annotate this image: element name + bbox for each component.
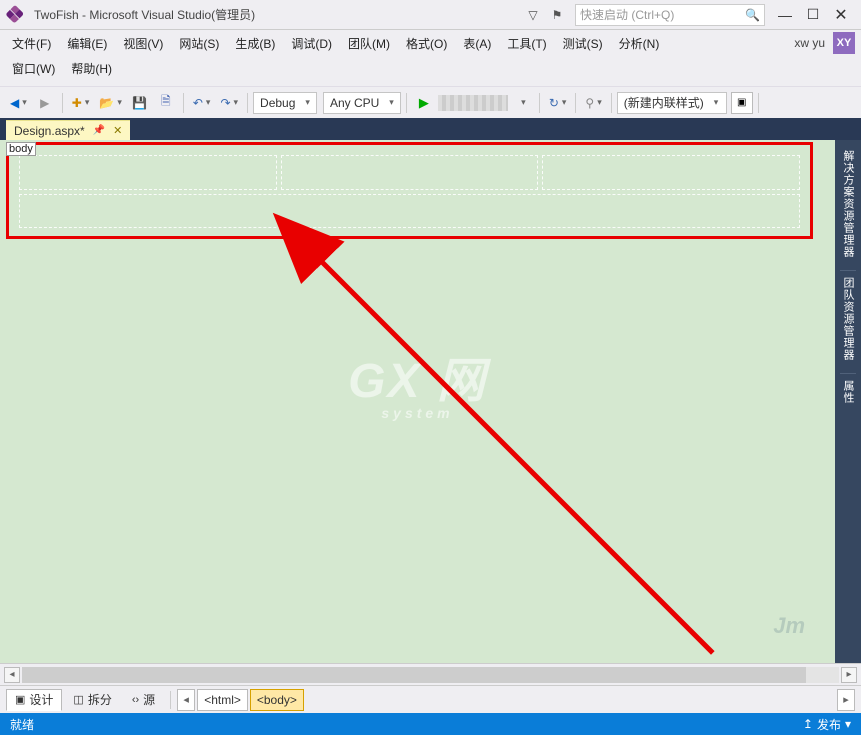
table-cell[interactable] [542, 155, 800, 190]
nav-back-button[interactable]: ◀ [6, 91, 31, 115]
css-rule-combo[interactable]: (新建内联样式) [617, 92, 727, 114]
publish-icon[interactable]: ↥ [803, 717, 813, 731]
solution-platform-combo[interactable]: Any CPU [323, 92, 401, 114]
design-surface[interactable]: body GX 网 system Jm [0, 140, 835, 663]
menu-window[interactable]: 窗口(W) [6, 58, 61, 79]
menu-build[interactable]: 生成(B) [229, 33, 281, 54]
main-area: body GX 网 system Jm 解决方案资源管理器 团队资源管理器 属性 [0, 140, 861, 663]
view-tab-design[interactable]: ▣ 设计 [6, 689, 62, 711]
document-tab-label: Design.aspx* [14, 124, 85, 138]
menu-test[interactable]: 测试(S) [557, 33, 609, 54]
save-all-button[interactable]: 🗎 [154, 91, 178, 115]
element-tag-label[interactable]: body [6, 142, 36, 156]
view-mode-bar: ▣ 设计 ◫ 拆分 ‹› 源 ◂ <html> <body> ▸ [0, 685, 861, 713]
browser-link-button[interactable]: ↻ [545, 91, 571, 115]
corner-watermark: Jm [773, 613, 805, 639]
close-tab-icon[interactable]: ✕ [113, 124, 122, 137]
scroll-right-button[interactable]: ▸ [841, 667, 857, 683]
status-ready: 就绪 [10, 716, 34, 733]
search-icon: 🔍 [745, 8, 760, 22]
standard-toolbar: ◀ ▶ ✚ 📂 💾 🗎 ↶ ↷ Debug Any CPU ▶ ↻ ⚲ (新建内… [0, 86, 861, 118]
annotation-highlight-box [6, 142, 813, 239]
split-view-icon: ◫ [73, 693, 83, 706]
menu-view[interactable]: 视图(V) [117, 33, 169, 54]
publish-dropdown-icon[interactable]: ▾ [845, 717, 851, 731]
view-tab-source[interactable]: ‹› 源 [123, 689, 164, 711]
panel-properties[interactable]: 属性 [840, 373, 856, 408]
menu-bar: 文件(F) 编辑(E) 视图(V) 网站(S) 生成(B) 调试(D) 团队(M… [0, 30, 861, 56]
tag-path-html[interactable]: <html> [197, 689, 248, 711]
menu-tools[interactable]: 工具(T) [501, 33, 552, 54]
close-button[interactable]: ✕ [827, 4, 855, 26]
status-publish[interactable]: 发布 [817, 716, 841, 733]
menu-help[interactable]: 帮助(H) [65, 58, 118, 79]
menu-bar-overflow: 窗口(W) 帮助(H) [0, 56, 861, 80]
vs-logo-icon [5, 4, 25, 24]
table-cell[interactable] [19, 194, 800, 229]
design-view-icon: ▣ [15, 693, 25, 706]
undo-button[interactable]: ↶ [189, 91, 215, 115]
source-view-icon: ‹› [132, 694, 139, 706]
menu-analyze[interactable]: 分析(N) [613, 33, 666, 54]
user-avatar[interactable]: XY [833, 32, 855, 54]
watermark: GX 网 system [348, 341, 487, 421]
start-target-label [438, 95, 508, 111]
find-in-files-button[interactable]: ⚲ [581, 91, 605, 115]
designer-table[interactable] [19, 155, 800, 228]
menu-team[interactable]: 团队(M) [342, 33, 396, 54]
minimize-button[interactable]: — [771, 4, 799, 26]
quick-launch-input[interactable]: 快速启动 (Ctrl+Q) 🔍 [575, 4, 765, 26]
tag-path-next[interactable]: ▸ [837, 689, 855, 711]
tag-path-body[interactable]: <body> [250, 689, 304, 711]
title-bar: TwoFish - Microsoft Visual Studio(管理员) ▽… [0, 0, 861, 30]
view-tab-split[interactable]: ◫ 拆分 [64, 689, 120, 711]
table-cell[interactable] [19, 155, 277, 190]
status-bar: 就绪 ↥ 发布 ▾ [0, 713, 861, 735]
nav-forward-button[interactable]: ▶ [33, 91, 57, 115]
menu-file[interactable]: 文件(F) [6, 33, 57, 54]
menu-format[interactable]: 格式(O) [400, 33, 453, 54]
document-tab-design-aspx[interactable]: Design.aspx* 📌 ✕ [6, 120, 130, 140]
menu-debug[interactable]: 调试(D) [285, 33, 338, 54]
document-tab-well: Design.aspx* 📌 ✕ [0, 118, 861, 140]
scroll-left-button[interactable]: ◂ [4, 667, 20, 683]
solution-config-combo[interactable]: Debug [253, 92, 317, 114]
feedback-icon[interactable]: ⚑ [545, 3, 569, 27]
pin-tab-icon[interactable]: 📌 [93, 125, 105, 136]
new-project-button[interactable]: ✚ [68, 91, 94, 115]
target-rule-icon[interactable]: ▣ [731, 92, 753, 114]
scroll-track[interactable] [22, 667, 839, 683]
notifications-icon[interactable]: ▽ [521, 3, 545, 27]
start-debug-button[interactable]: ▶ [412, 91, 436, 115]
table-cell[interactable] [281, 155, 539, 190]
quick-launch-placeholder: 快速启动 (Ctrl+Q) [580, 6, 674, 23]
redo-button[interactable]: ↷ [216, 91, 242, 115]
tag-path-prev[interactable]: ◂ [177, 689, 195, 711]
panel-solution-explorer[interactable]: 解决方案资源管理器 [840, 146, 856, 262]
menu-table[interactable]: 表(A) [457, 33, 497, 54]
panel-team-explorer[interactable]: 团队资源管理器 [840, 270, 856, 365]
maximize-button[interactable]: ☐ [799, 4, 827, 26]
signed-in-user[interactable]: xw yu [794, 36, 825, 50]
collapsed-side-panels: 解决方案资源管理器 团队资源管理器 属性 [835, 140, 861, 663]
start-target-dropdown[interactable] [510, 91, 534, 115]
window-title: TwoFish - Microsoft Visual Studio(管理员) [34, 6, 255, 23]
menu-website[interactable]: 网站(S) [173, 33, 225, 54]
save-button[interactable]: 💾 [128, 91, 152, 115]
scroll-thumb[interactable] [22, 667, 806, 683]
open-file-button[interactable]: 📂 [95, 91, 125, 115]
menu-edit[interactable]: 编辑(E) [61, 33, 113, 54]
horizontal-scrollbar[interactable]: ◂ ▸ [0, 663, 861, 685]
